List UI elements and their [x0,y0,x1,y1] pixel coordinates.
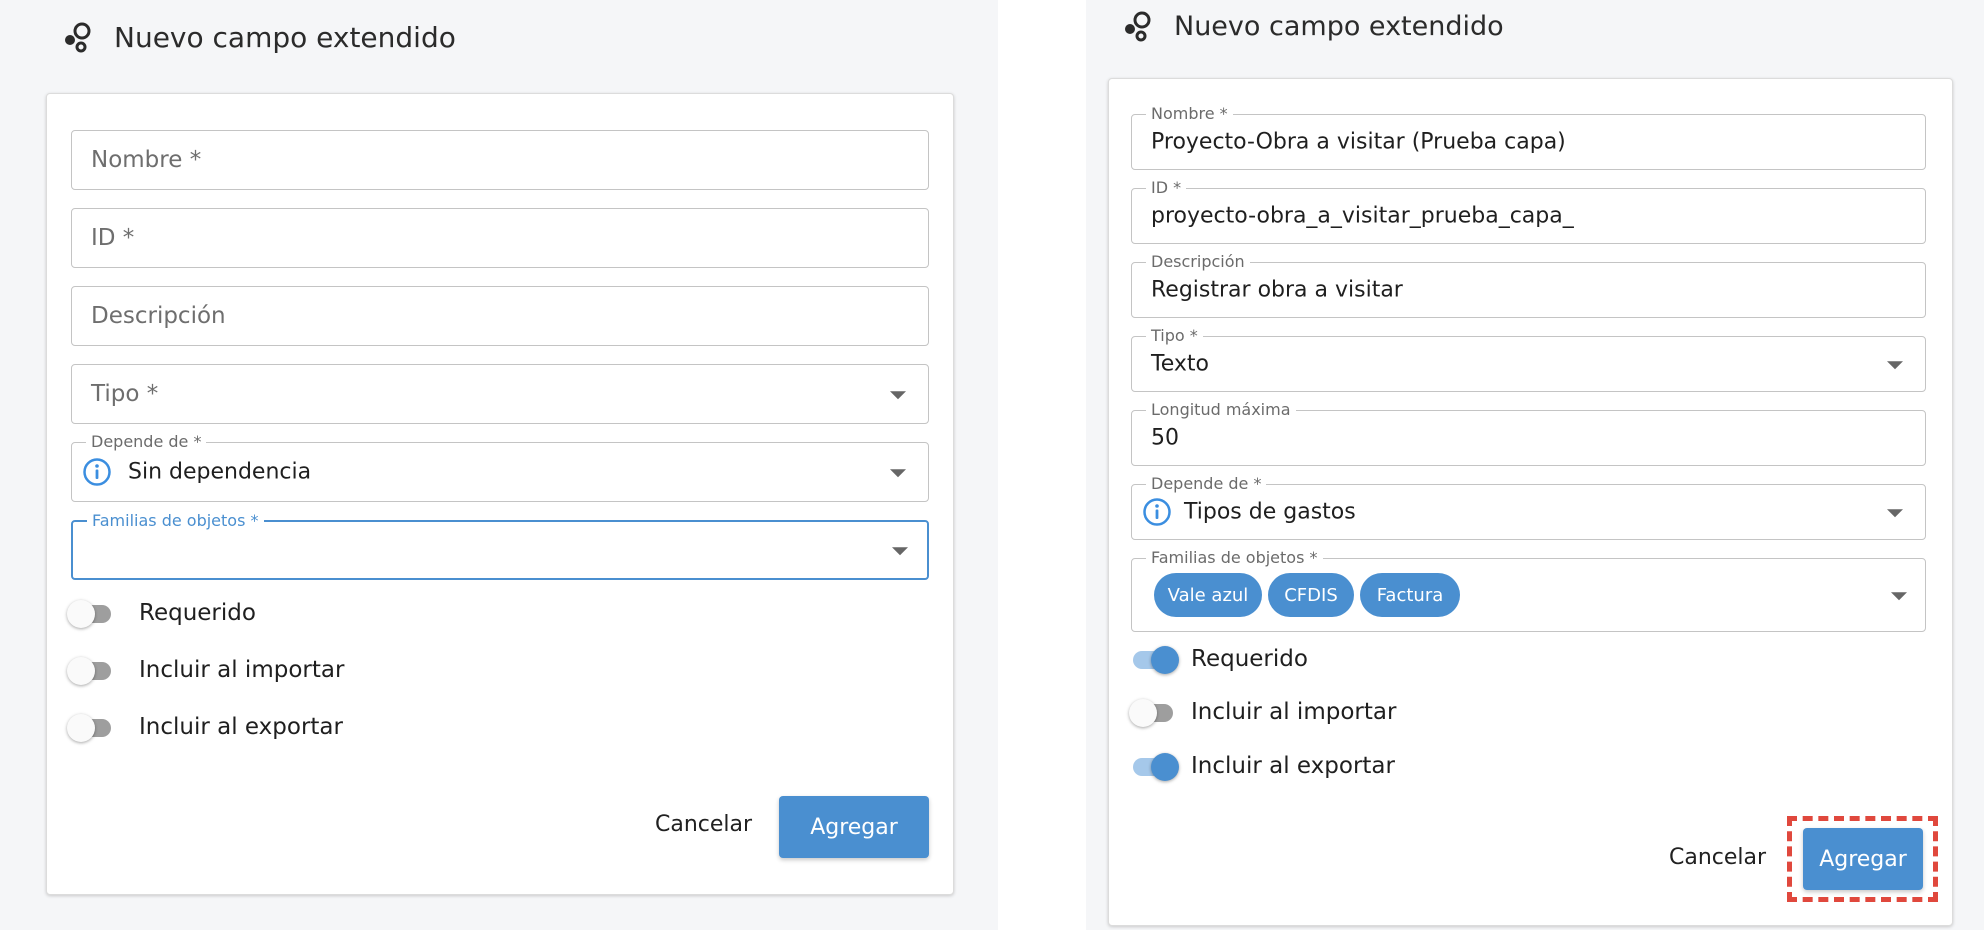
nombre-field[interactable]: Nombre * [71,130,929,190]
familias-select[interactable]: Familias de objetos * [71,511,929,580]
longitud-value: 50 [1151,425,1179,451]
chevron-down-icon [890,391,906,400]
dialog-header: Nuevo campo extendido [1120,9,1504,43]
exportar-label: Incluir al exportar [1191,753,1395,779]
id-placeholder: ID * [91,225,135,251]
requerido-switch[interactable] [67,598,117,628]
id-field[interactable]: ID * [71,208,929,268]
nombre-field[interactable]: Nombre * Proyecto-Obra a visitar (Prueba… [1131,104,1926,170]
tipo-select[interactable]: Tipo * [71,364,929,424]
info-icon [83,458,111,486]
id-value: proyecto-obra_a_visitar_prueba_capa_ [1151,203,1574,229]
familias-label: Familias de objetos * [87,511,264,531]
descripcion-field[interactable]: Descripción [71,286,929,346]
longitud-label: Longitud máxima [1146,400,1296,420]
settings-bubbles-icon [65,22,91,53]
toggle-incluir-exportar[interactable]: Incluir al exportar [1129,751,1395,781]
cancel-button[interactable]: Cancelar [1669,845,1766,870]
settings-bubbles-icon [1125,11,1151,42]
chip-factura[interactable]: Factura [1360,573,1460,617]
chevron-down-icon [890,469,906,478]
importar-switch[interactable] [67,655,117,685]
exportar-label: Incluir al exportar [139,714,343,740]
descripcion-placeholder: Descripción [91,303,226,329]
chevron-down-icon [1887,509,1903,518]
dialog-header: Nuevo campo extendido [60,20,456,54]
depende-de-value: Sin dependencia [128,459,312,485]
depende-de-select[interactable]: Depende de * Tipos de gastos [1131,474,1926,540]
add-button[interactable]: Agregar [1803,828,1923,890]
chip-cfdis[interactable]: CFDIS [1268,573,1354,617]
longitud-field[interactable]: Longitud máxima 50 [1131,400,1926,466]
descripcion-value: Registrar obra a visitar [1151,277,1403,303]
toggle-incluir-importar[interactable]: Incluir al importar [1129,697,1396,727]
nombre-value: Proyecto-Obra a visitar (Prueba capa) [1151,129,1566,155]
importar-label: Incluir al importar [139,657,345,683]
importar-label: Incluir al importar [1191,699,1397,725]
requerido-label: Requerido [139,600,256,626]
descripcion-label: Descripción [1146,252,1250,272]
cancel-button[interactable]: Cancelar [655,812,752,837]
id-label: ID * [1146,178,1187,198]
add-button[interactable]: Agregar [779,796,929,858]
exportar-switch[interactable] [67,712,117,742]
toggle-incluir-importar[interactable]: Incluir al importar [67,655,344,685]
info-icon [1143,498,1171,526]
familias-label: Familias de objetos * [1146,548,1323,568]
depende-de-label: Depende de * [1146,474,1267,494]
chevron-down-icon [892,547,908,556]
importar-switch[interactable] [1129,697,1179,727]
dialog-title: Nuevo campo extendido [1174,10,1504,42]
requerido-label: Requerido [1191,646,1308,672]
toggle-requerido[interactable]: Requerido [67,598,256,628]
chevron-down-icon [1887,361,1903,370]
dialog-title: Nuevo campo extendido [114,20,456,54]
familias-select[interactable]: Familias de objetos * Vale azul CFDIS Fa… [1131,548,1926,632]
id-field[interactable]: ID * proyecto-obra_a_visitar_prueba_capa… [1131,178,1926,244]
form-card: Nombre * Proyecto-Obra a visitar (Prueba… [1108,78,1953,926]
depende-de-value: Tipos de gastos [1184,499,1356,525]
chip-vale-azul[interactable]: Vale azul [1154,573,1262,617]
nombre-label: Nombre * [1146,104,1233,124]
requerido-switch[interactable] [1129,644,1179,674]
depende-de-label: Depende de * [86,432,207,452]
tipo-value: Texto [1151,351,1209,377]
tipo-select[interactable]: Tipo * Texto [1131,326,1926,392]
left-panel: Nuevo campo extendido Nombre * ID * Desc… [0,0,998,930]
toggle-incluir-exportar[interactable]: Incluir al exportar [67,712,343,742]
right-panel: Nuevo campo extendido Nombre * Proyecto-… [1086,0,1984,930]
descripcion-field[interactable]: Descripción Registrar obra a visitar [1131,252,1926,318]
form-card: Nombre * ID * Descripción Tipo * Depende… [46,93,954,895]
depende-de-select[interactable]: Depende de * Sin dependencia [71,432,929,502]
chevron-down-icon [1891,592,1907,601]
tipo-placeholder: Tipo * [91,381,159,407]
exportar-switch[interactable] [1129,751,1179,781]
tipo-label: Tipo * [1146,326,1203,346]
nombre-placeholder: Nombre * [91,147,202,173]
toggle-requerido[interactable]: Requerido [1129,644,1308,674]
